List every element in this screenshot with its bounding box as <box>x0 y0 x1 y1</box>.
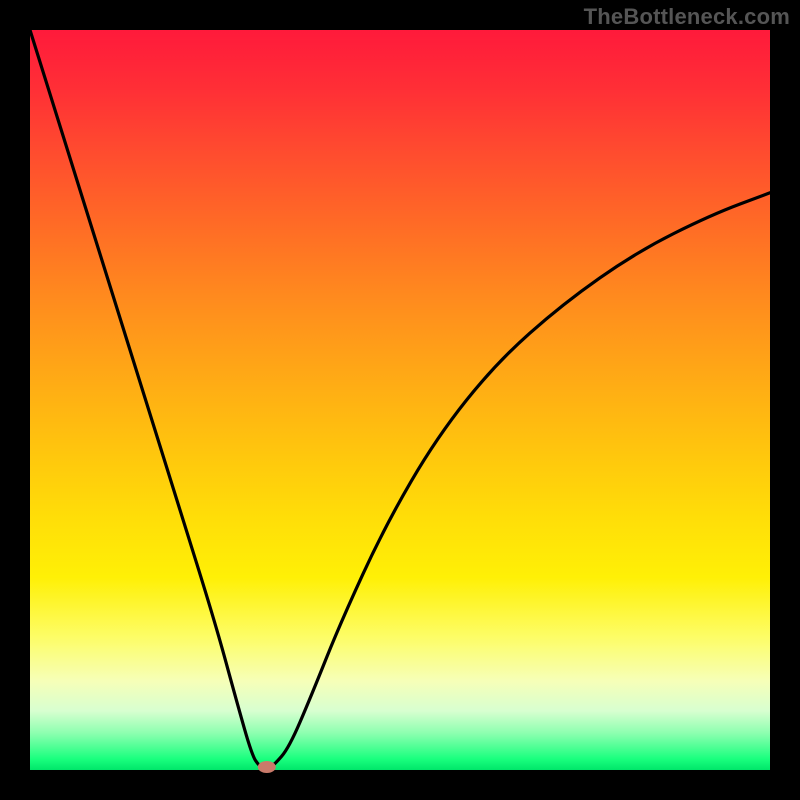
plot-area <box>30 30 770 770</box>
chart-frame: TheBottleneck.com <box>0 0 800 800</box>
optimum-marker <box>258 761 276 773</box>
curve-svg <box>30 30 770 770</box>
watermark-text: TheBottleneck.com <box>584 4 790 30</box>
bottleneck-curve <box>30 30 770 769</box>
